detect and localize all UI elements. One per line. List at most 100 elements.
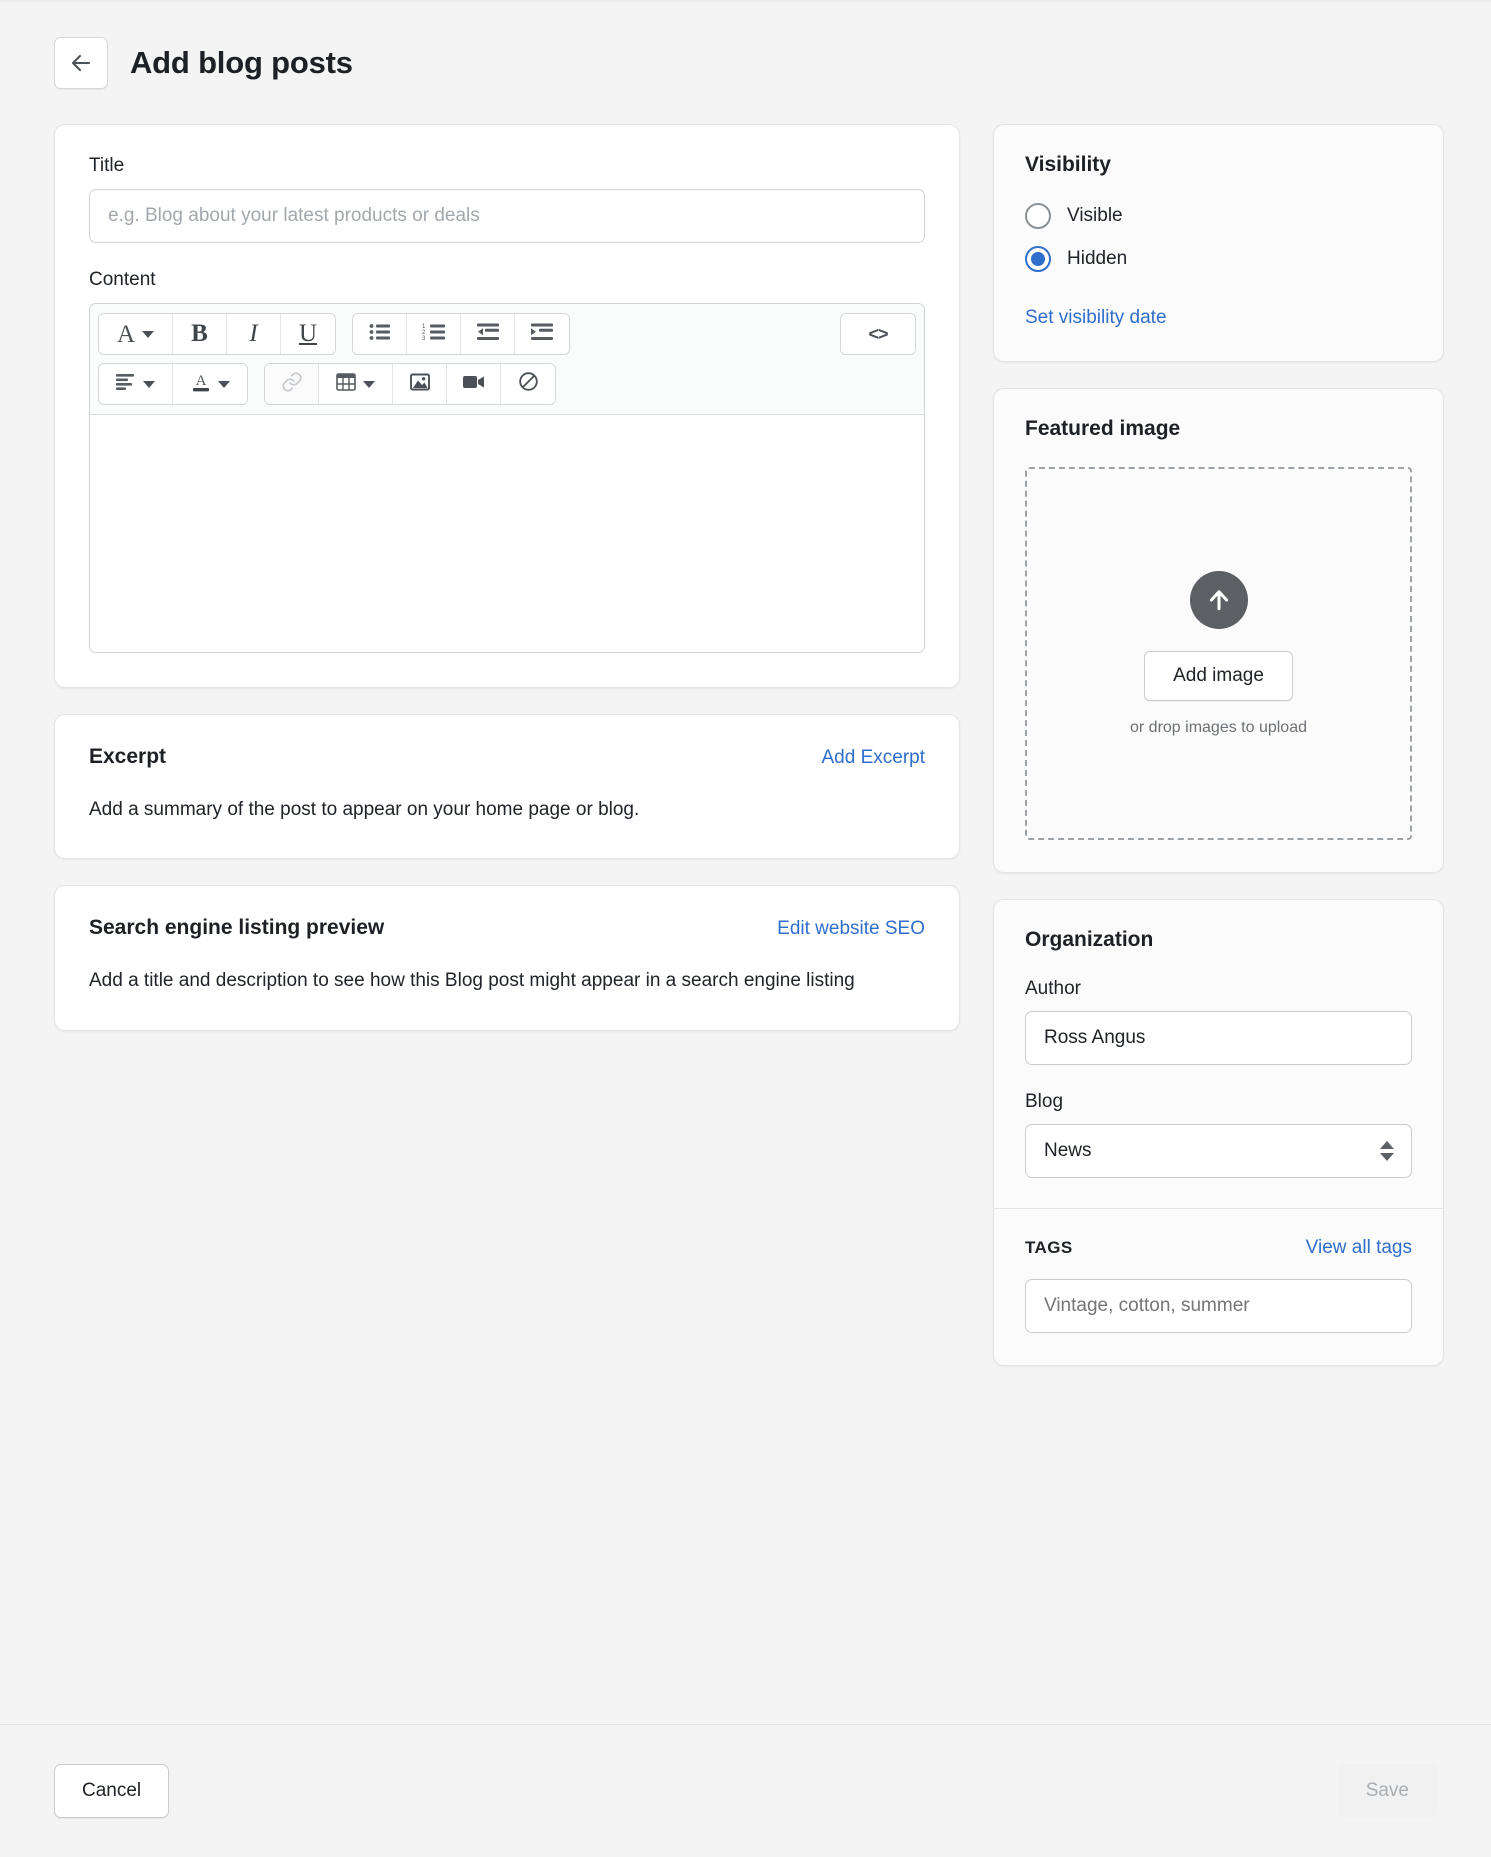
bullet-list-button[interactable] [353,314,407,354]
seo-description: Add a title and description to see how t… [89,970,855,992]
primary-column: Title Content A [54,124,960,1057]
indent-button[interactable] [515,314,569,354]
align-left-icon [116,373,136,395]
text-color-icon: A [191,371,211,398]
organization-title: Organization [1025,928,1154,951]
app-root: Add blog posts Title Content [0,0,1491,1857]
content-label: Content [89,269,156,290]
visibility-card: Visibility Visible Hidden Set visibility… [993,124,1444,362]
clear-formatting-button[interactable] [501,364,555,404]
page-title: Add blog posts [130,45,353,80]
featured-image-card: Featured image Add image or drop images … [993,388,1444,873]
insert-video-button[interactable] [447,364,501,404]
save-button[interactable]: Save [1337,1764,1437,1818]
content-editor: A B I U 1 2 3 <> A [89,303,925,653]
editor-toolbar: A B I U 1 2 3 <> A [90,304,924,415]
blog-select-wrapper [1025,1124,1412,1178]
svg-text:A: A [195,373,206,389]
arrow-left-icon [69,51,93,75]
italic-icon: I [249,320,258,347]
svg-text:3: 3 [422,336,426,341]
italic-button[interactable]: I [227,314,281,354]
insert-group [264,363,556,405]
sidebar-column: Visibility Visible Hidden Set visibility… [993,124,1444,1392]
excerpt-description: Add a summary of the post to appear on y… [89,799,640,820]
cancel-button[interactable]: Cancel [54,1764,170,1818]
radio-hidden-icon [1025,246,1051,272]
excerpt-header: Excerpt Add Excerpt [89,745,925,769]
font-style-dropdown[interactable]: A [99,314,173,354]
page-header: Add blog posts [0,0,1491,100]
align-dropdown[interactable] [99,364,173,404]
author-label: Author [1025,978,1081,999]
visibility-option-hidden-label: Hidden [1067,248,1128,269]
list-indent-group: 1 2 3 [352,313,570,355]
text-color-dropdown[interactable]: A [173,364,247,404]
visibility-option-visible-label: Visible [1067,205,1123,226]
bullet-list-icon [369,323,391,346]
outdent-icon [476,323,499,346]
view-all-tags-link[interactable]: View all tags [1306,1237,1412,1259]
organization-divider [994,1208,1443,1209]
add-excerpt-link[interactable]: Add Excerpt [822,747,926,769]
chevron-down-icon [363,380,375,388]
visibility-option-hidden[interactable]: Hidden [1025,246,1412,272]
insert-link-button[interactable] [265,364,319,404]
code-group: <> [840,313,916,355]
video-icon [462,374,485,395]
blog-select[interactable] [1025,1124,1412,1178]
title-label: Title [89,155,125,176]
blog-label: Blog [1025,1091,1064,1112]
radio-visible-icon [1025,203,1051,229]
insert-table-dropdown[interactable] [319,364,393,404]
text-format-group: A B I U [98,313,336,355]
featured-image-title: Featured image [1025,417,1181,440]
image-dropzone[interactable]: Add image or drop images to upload [1025,467,1412,840]
visibility-title: Visibility [1025,153,1111,176]
underline-icon: U [298,320,318,347]
content-editable-area[interactable] [90,415,924,652]
edit-website-seo-link[interactable]: Edit website SEO [777,918,925,940]
title-input[interactable] [89,189,925,243]
add-image-button[interactable]: Add image [1144,650,1293,701]
tags-input[interactable] [1025,1279,1412,1333]
visibility-option-visible[interactable]: Visible [1025,203,1412,229]
bold-button[interactable]: B [173,314,227,354]
upload-arrow-icon [1189,570,1248,629]
outdent-button[interactable] [461,314,515,354]
chevron-down-icon [142,330,155,338]
seo-preview-card: Search engine listing preview Edit websi… [54,885,960,1031]
set-visibility-date-link[interactable]: Set visibility date [1025,307,1167,329]
editor-toolbar-row-1: A B I U 1 2 3 <> [98,313,916,355]
tags-header: TAGS View all tags [1025,1237,1412,1259]
excerpt-card: Excerpt Add Excerpt Add a summary of the… [54,714,960,860]
author-input[interactable] [1025,1011,1412,1065]
drop-hint-text: or drop images to upload [1130,718,1307,736]
organization-card: Organization Author Blog TAG [993,899,1444,1366]
no-entry-icon [518,371,539,397]
align-color-group: A [98,363,248,405]
image-icon [409,372,430,397]
seo-title: Search engine listing preview [89,916,385,940]
seo-header: Search engine listing preview Edit websi… [89,916,925,940]
post-editor-card: Title Content A [54,124,960,688]
numbered-list-icon: 1 2 3 [422,323,446,346]
bold-icon: B [191,320,208,347]
indent-icon [531,323,553,346]
window-top-edge [0,0,1491,2]
underline-button[interactable]: U [281,314,335,354]
chevron-down-icon [143,380,155,388]
excerpt-title: Excerpt [89,745,167,768]
numbered-list-button[interactable]: 1 2 3 [407,314,461,354]
chevron-down-icon [217,380,230,388]
code-icon: <> [868,323,888,344]
page-footer: Cancel Save [0,1724,1491,1857]
code-view-button[interactable]: <> [841,314,915,354]
font-a-icon: A [116,320,136,348]
insert-image-button[interactable] [393,364,447,404]
back-button[interactable] [54,37,108,89]
tags-label: TAGS [1025,1238,1073,1257]
table-icon [336,372,356,397]
page-content: Title Content A [0,100,1491,1392]
link-icon [281,371,303,398]
